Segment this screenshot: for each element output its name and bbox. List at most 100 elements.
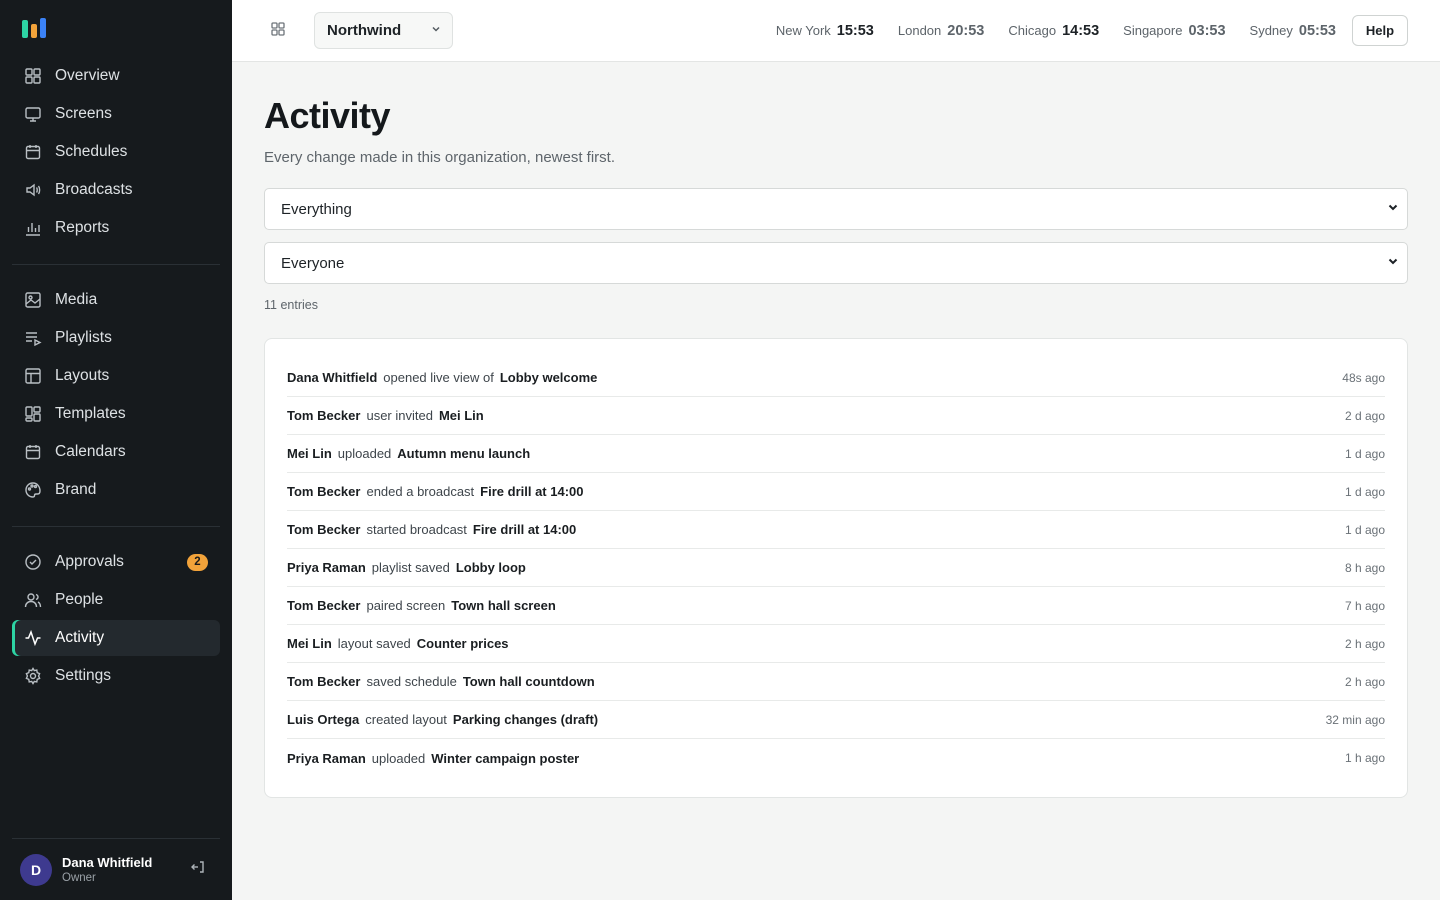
clock-time: 15:53: [836, 23, 874, 39]
playlists-icon: [22, 327, 44, 349]
avatar: D: [20, 853, 52, 886]
main-content: Activity Every change made in this organ…: [264, 62, 1408, 798]
activity-action: layout saved: [337, 636, 411, 651]
activity-action: paired screen: [366, 598, 446, 613]
activity-row[interactable]: Tom Becker user invited Mei Lin 2 d ago: [287, 397, 1385, 435]
reports-icon: [22, 217, 44, 239]
sidebar-item-label: Reports: [55, 219, 110, 236]
activity-action: uploaded: [337, 446, 392, 461]
sidebar-item-overview[interactable]: Overview: [12, 58, 220, 94]
activity-actor: Priya Raman: [287, 750, 366, 766]
activity-target[interactable]: Fire drill at 14:00: [473, 522, 576, 537]
activity-row[interactable]: Dana Whitfield opened live view of Lobby w…: [287, 359, 1385, 397]
activity-actor: Tom Becker: [287, 598, 361, 613]
activity-type-value: Everything: [281, 200, 352, 218]
activity-target[interactable]: Winter campaign poster: [431, 751, 579, 766]
activity-row[interactable]: Luis Ortega created layout Parking changes…: [287, 701, 1385, 739]
logout-icon[interactable]: [190, 859, 206, 880]
media-icon: [22, 289, 44, 311]
brand-icon: [22, 479, 44, 501]
activity-actor: Dana Whitfield: [287, 370, 378, 385]
activity-target[interactable]: Autumn menu launch: [397, 446, 530, 461]
activity-time: 48s ago: [1342, 370, 1385, 385]
activity-row[interactable]: Tom Becker paired screen Town hall screen 7…: [287, 587, 1385, 625]
activity-time: 1 d ago: [1344, 446, 1385, 461]
clock-time: 20:53: [947, 23, 985, 39]
activity-target[interactable]: Counter prices: [417, 636, 509, 651]
activity-row[interactable]: Tom Becker started broadcast Fire drill at…: [287, 511, 1385, 549]
activity-row[interactable]: Tom Becker ended a broadcast Fire drill at…: [287, 473, 1385, 511]
sidebar-item-reports[interactable]: Reports: [12, 210, 220, 246]
clock-singapore: Singapore 03:53: [1123, 22, 1225, 40]
activity-actor: Mei Lin: [287, 446, 332, 461]
sidebar-item-broadcasts[interactable]: Broadcasts: [12, 172, 220, 208]
user-role: Owner: [62, 872, 96, 884]
sidebar-item-label: Screens: [55, 105, 112, 122]
sidebar-item-label: Layouts: [55, 367, 110, 384]
clock-new-york: New York 15:53: [776, 22, 874, 40]
activity-target[interactable]: Parking changes (draft): [453, 712, 598, 727]
brand-logo[interactable]: [22, 18, 50, 38]
activity-target[interactable]: Fire drill at 14:00: [480, 484, 583, 499]
clock-time: 03:53: [1188, 23, 1226, 39]
activity-action: playlist saved: [371, 560, 450, 575]
sidebar-item-label: Approvals: [55, 553, 124, 570]
activity-row[interactable]: Priya Raman playlist saved Lobby loop 8 h a…: [287, 549, 1385, 587]
sidebar-item-media[interactable]: Media: [12, 282, 220, 318]
activity-actor: Tom Becker: [287, 674, 361, 689]
activity-action: opened live view of: [383, 370, 494, 385]
activity-target[interactable]: Town hall countdown: [463, 674, 595, 689]
org-select[interactable]: Northwind: [314, 12, 453, 49]
activity-actor: Tom Becker: [287, 408, 361, 423]
activity-icon: [22, 627, 44, 649]
sidebar-item-activity[interactable]: Activity: [12, 620, 220, 656]
activity-type-filter[interactable]: Everything: [264, 188, 1408, 230]
overview-icon: [22, 65, 44, 87]
activity-row[interactable]: Priya Raman uploaded Winter campaign poste…: [287, 739, 1385, 777]
sidebar-item-screens[interactable]: Screens: [12, 96, 220, 132]
clock-sydney: Sydney 05:53: [1250, 22, 1336, 40]
sidebar-item-brand[interactable]: Brand: [12, 472, 220, 508]
sidebar-item-templates[interactable]: Templates: [12, 396, 220, 432]
activity-target[interactable]: Town hall screen: [451, 598, 556, 613]
activity-row[interactable]: Mei Lin layout saved Counter prices 2 h ago: [287, 625, 1385, 663]
sidebar-item-label: Calendars: [55, 443, 126, 460]
page-title: Activity: [264, 95, 391, 136]
user-profile[interactable]: D Dana Whitfield Owner: [12, 838, 220, 900]
sidebar-item-calendars[interactable]: Calendars: [12, 434, 220, 470]
sidebar-item-schedules[interactable]: Schedules: [12, 134, 220, 170]
activity-action: ended a broadcast: [366, 484, 475, 499]
templates-icon: [22, 403, 44, 425]
nav-group-main: Overview Screens Schedules Broadcasts Report…: [12, 58, 220, 248]
help-button[interactable]: Help: [1352, 15, 1408, 46]
activity-time: 1 d ago: [1344, 484, 1385, 499]
activity-time: 1 h ago: [1344, 751, 1385, 765]
activity-action: user invited: [366, 408, 433, 423]
calendars-icon: [22, 441, 44, 463]
app-switcher-icon[interactable]: [270, 21, 286, 42]
activity-target[interactable]: Lobby loop: [456, 560, 526, 575]
sidebar-item-playlists[interactable]: Playlists: [12, 320, 220, 356]
sidebar-item-approvals[interactable]: Approvals 2: [12, 544, 220, 580]
activity-time: 2 h ago: [1344, 636, 1385, 651]
sidebar-item-label: Playlists: [55, 329, 112, 346]
layouts-icon: [22, 365, 44, 387]
sidebar-item-people[interactable]: People: [12, 582, 220, 618]
activity-time: 7 h ago: [1344, 598, 1385, 613]
sidebar: Overview Screens Schedules Broadcasts Report…: [0, 0, 232, 900]
approvals-count-badge: 2: [187, 553, 208, 571]
activity-row[interactable]: Mei Lin uploaded Autumn menu launch 1 d ago: [287, 435, 1385, 473]
activity-target[interactable]: Lobby welcome: [500, 370, 598, 385]
sidebar-item-label: Overview: [55, 67, 120, 84]
activity-actor: Mei Lin: [287, 636, 332, 651]
activity-target[interactable]: Mei Lin: [439, 408, 484, 423]
clock-chicago: Chicago 14:53: [1008, 22, 1099, 40]
sidebar-item-settings[interactable]: Settings: [12, 658, 220, 694]
people-filter[interactable]: Everyone: [264, 242, 1408, 284]
clock-city: Singapore: [1123, 23, 1183, 38]
activity-time: 32 min ago: [1325, 712, 1385, 727]
activity-row[interactable]: Tom Becker saved schedule Town hall countd…: [287, 663, 1385, 701]
activity-time: 8 h ago: [1344, 560, 1385, 575]
sidebar-item-layouts[interactable]: Layouts: [12, 358, 220, 394]
clock-time: 05:53: [1298, 23, 1336, 39]
